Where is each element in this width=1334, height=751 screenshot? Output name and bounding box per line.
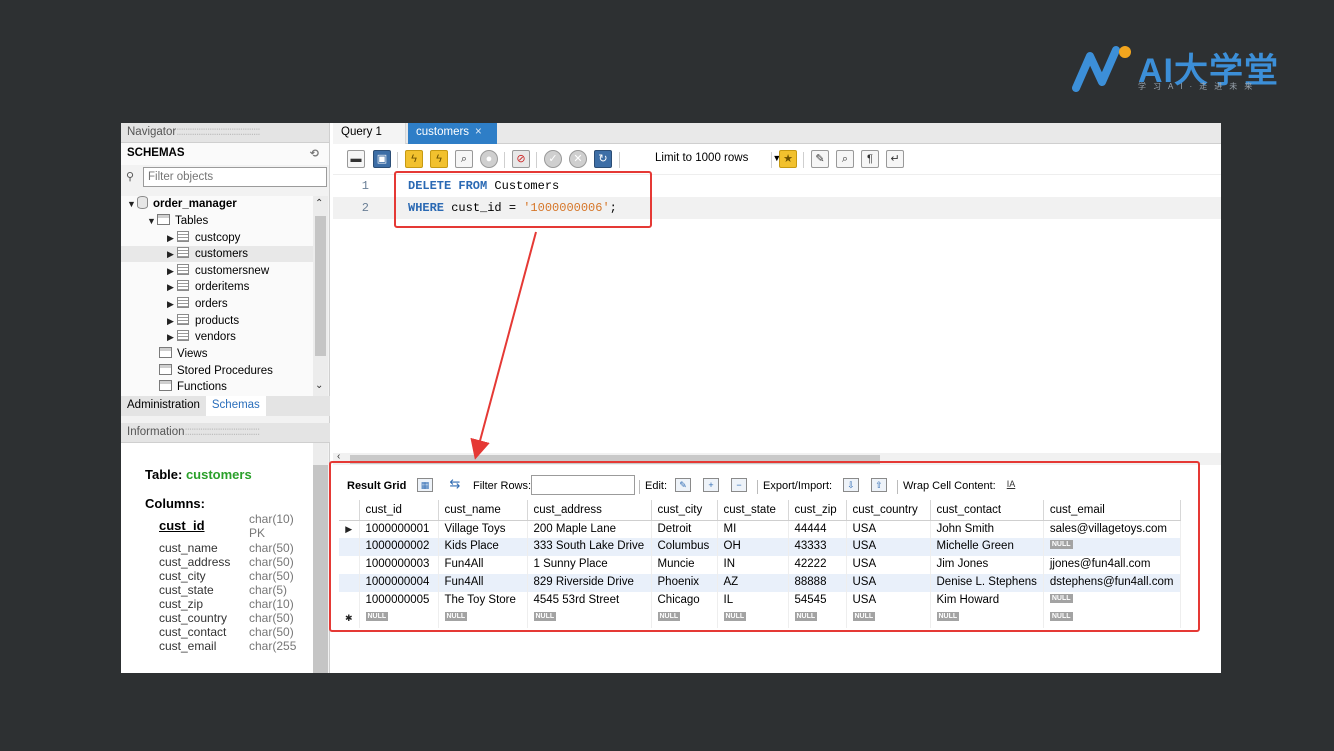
- info-col-name: cust_contact: [159, 625, 227, 639]
- filter-objects-input[interactable]: [143, 167, 327, 187]
- info-col-type: char(5): [249, 583, 288, 597]
- information-header: Information:::::::::::::::::::::::::::::…: [121, 423, 330, 443]
- close-icon[interactable]: ×: [475, 126, 482, 138]
- info-col-name: cust_city: [159, 569, 206, 583]
- brand-mark-icon: [1072, 46, 1131, 92]
- info-scrollbar[interactable]: [313, 443, 328, 673]
- rollback-icon[interactable]: ✕: [569, 150, 587, 168]
- commit-icon[interactable]: ✓: [544, 150, 562, 168]
- schema-tree: ▼ order_manager ▼ Tables ▶ custcopy ▶ custom…: [121, 196, 313, 396]
- info-col-name: cust_address: [159, 555, 231, 569]
- folder-icon: [159, 380, 172, 391]
- autocommit-icon[interactable]: ↻: [594, 150, 612, 168]
- scroll-thumb[interactable]: [315, 216, 326, 356]
- navigator-panel: Navigator:::::::::::::::::::::::::::::::…: [121, 123, 330, 673]
- table-icon: [177, 247, 189, 258]
- info-col-name: cust_email: [159, 639, 217, 653]
- navigator-header: Navigator:::::::::::::::::::::::::::::::…: [121, 123, 329, 143]
- query-tabbar: Query 1 customers ×: [333, 123, 1221, 144]
- procedures-folder[interactable]: Stored Procedures: [159, 363, 273, 379]
- brand-tagline: 学习AI·走进未来: [1138, 82, 1260, 91]
- search-icon: ⚲: [126, 171, 135, 183]
- folder-icon: [157, 214, 170, 225]
- info-table-title: Table: customers: [145, 467, 252, 482]
- info-col-type: char(10): [249, 597, 294, 611]
- information-panel: Table: customers Columns: cust_id char(1…: [121, 443, 313, 673]
- beautify-icon[interactable]: ★: [779, 150, 797, 168]
- wrap-lines-icon[interactable]: ↵: [886, 150, 904, 168]
- find-icon[interactable]: ⌕: [836, 150, 854, 168]
- tree-table-orders[interactable]: ▶ orders: [167, 296, 228, 312]
- filter-box: ⚲: [125, 167, 327, 189]
- result-highlight-box: [329, 461, 1200, 632]
- table-icon: [177, 297, 189, 308]
- info-col-name: cust_zip: [159, 597, 204, 611]
- info-col-type: char(50): [249, 555, 294, 569]
- tree-table-custcopy[interactable]: ▶ custcopy: [167, 230, 240, 246]
- schema-order-manager[interactable]: ▼ order_manager: [127, 196, 237, 212]
- views-folder[interactable]: Views: [159, 346, 207, 362]
- tab-customers[interactable]: customers ×: [408, 123, 497, 144]
- limit-rows-select[interactable]: Limit to 1000 rows ▼: [655, 152, 781, 164]
- chevron-down-icon[interactable]: ⌄: [315, 380, 323, 391]
- folder-icon: [159, 347, 172, 358]
- tree-table-orderitems[interactable]: ▶ orderitems: [167, 279, 249, 295]
- execute-icon[interactable]: ϟ: [405, 150, 423, 168]
- info-columns-label: Columns:: [145, 496, 205, 511]
- info-col-type: char(10): [249, 512, 294, 526]
- tables-folder[interactable]: ▼ Tables: [147, 213, 208, 229]
- tree-table-vendors[interactable]: ▶ vendors: [167, 329, 236, 345]
- tree-scrollbar[interactable]: ⌃ ⌄: [313, 196, 328, 396]
- tree-table-customersnew[interactable]: ▶ customersnew: [167, 263, 269, 279]
- info-col-type: char(50): [249, 541, 294, 555]
- open-file-icon[interactable]: ▬: [347, 150, 365, 168]
- tab-administration[interactable]: Administration: [121, 396, 206, 416]
- info-col-name: cust_id: [159, 518, 205, 533]
- broom-icon[interactable]: ✎: [811, 150, 829, 168]
- info-col-type: char(50): [249, 611, 294, 625]
- table-icon: [177, 330, 189, 341]
- tree-table-customers[interactable]: ▶ customers: [121, 246, 313, 262]
- invisible-chars-icon[interactable]: ¶: [861, 150, 879, 168]
- navigator-tabs: Administration Schemas: [121, 396, 330, 416]
- explain-icon[interactable]: ⌕: [455, 150, 473, 168]
- save-icon[interactable]: ▣: [373, 150, 391, 168]
- chevron-up-icon[interactable]: ⌃: [315, 198, 323, 209]
- info-col-pk: PK: [249, 526, 266, 540]
- info-col-type: char(50): [249, 625, 294, 639]
- folder-icon: [159, 364, 172, 375]
- info-col-name: cust_name: [159, 541, 218, 555]
- table-icon: [177, 231, 189, 242]
- info-col-name: cust_state: [159, 583, 214, 597]
- schemas-header: SCHEMAS ⟲: [121, 143, 329, 165]
- info-col-name: cust_country: [159, 611, 228, 625]
- info-col-type: char(50): [249, 569, 294, 583]
- table-icon: [177, 280, 189, 291]
- execute-current-icon[interactable]: ϟ: [430, 150, 448, 168]
- error-toggle-icon[interactable]: ⊘: [512, 150, 530, 168]
- tree-table-products[interactable]: ▶ products: [167, 313, 239, 329]
- brand-logo: AI大学堂 学习AI·走进未来: [1072, 40, 1292, 96]
- stop-icon[interactable]: ●: [480, 150, 498, 168]
- info-col-type: char(255: [249, 639, 297, 653]
- database-icon: [137, 196, 148, 209]
- tab-schemas[interactable]: Schemas: [205, 396, 266, 416]
- sql-highlight-box: [394, 171, 652, 228]
- table-icon: [177, 314, 189, 325]
- refresh-icon[interactable]: ⟲: [310, 147, 319, 160]
- functions-folder[interactable]: Functions: [159, 379, 227, 395]
- tab-query-1[interactable]: Query 1: [333, 123, 406, 144]
- table-icon: [177, 264, 189, 275]
